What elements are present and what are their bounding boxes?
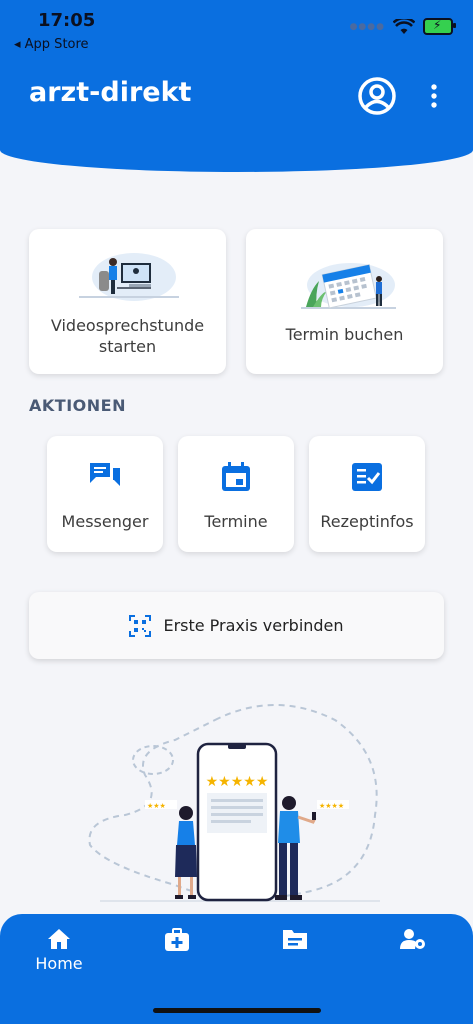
svg-text:★★★★★: ★★★★★ — [206, 774, 269, 790]
account-icon[interactable] — [357, 76, 397, 116]
back-to-app-store[interactable]: ◂ App Store — [14, 37, 89, 52]
calendar-illustration — [301, 263, 396, 309]
tab-home-label: Home — [35, 954, 83, 973]
messenger-label: Messenger — [61, 512, 149, 531]
video-consultation-card[interactable]: Videosprechstunde starten — [29, 229, 226, 374]
connect-practice-button[interactable]: Erste Praxis verbinden — [29, 592, 444, 659]
rating-illustration: ★★★★★ ★★★ ★★★★ — [88, 704, 380, 902]
tab-home[interactable]: Home — [0, 914, 118, 984]
status-icons: ●●●● ⚡ — [349, 18, 456, 35]
home-icon — [48, 929, 70, 949]
more-menu-icon[interactable] — [424, 82, 444, 110]
battery-icon: ⚡ — [423, 18, 456, 35]
svg-text:★★★: ★★★ — [147, 802, 166, 810]
status-time: 17:05 — [38, 10, 96, 31]
tab-documents[interactable] — [236, 914, 354, 984]
tab-profile-settings[interactable] — [354, 914, 472, 984]
calendar-icon — [222, 462, 250, 491]
section-title-aktionen: AKTIONEN — [29, 396, 126, 415]
connect-practice-label: Erste Praxis verbinden — [163, 616, 344, 635]
book-appointment-card[interactable]: Termin buchen — [246, 229, 443, 374]
messenger-button[interactable]: Messenger — [47, 436, 163, 552]
prescription-info-label: Rezeptinfos — [320, 512, 414, 531]
svg-text:★★★★: ★★★★ — [319, 802, 344, 810]
medical-bag-icon — [165, 928, 189, 951]
home-indicator — [153, 1008, 321, 1013]
tab-medical[interactable] — [118, 914, 236, 984]
status-bar: 17:05 ◂ App Store ●●●● ⚡ — [0, 0, 473, 60]
app-title: arzt-direkt — [29, 77, 192, 108]
user-settings-icon — [400, 929, 425, 949]
signal-icon: ●●●● — [349, 21, 385, 32]
qr-scan-icon — [129, 614, 152, 637]
appointments-button[interactable]: Termine — [178, 436, 294, 552]
chat-icon — [90, 463, 120, 486]
appointments-label: Termine — [204, 512, 268, 531]
folder-icon — [283, 930, 307, 949]
prescription-icon — [352, 463, 382, 491]
book-appointment-label: Termin buchen — [285, 325, 404, 344]
video-consultation-label: Videosprechstunde starten — [50, 316, 205, 356]
video-consultation-illustration — [79, 253, 179, 301]
wifi-icon — [393, 18, 415, 34]
prescription-info-button[interactable]: Rezeptinfos — [309, 436, 425, 552]
